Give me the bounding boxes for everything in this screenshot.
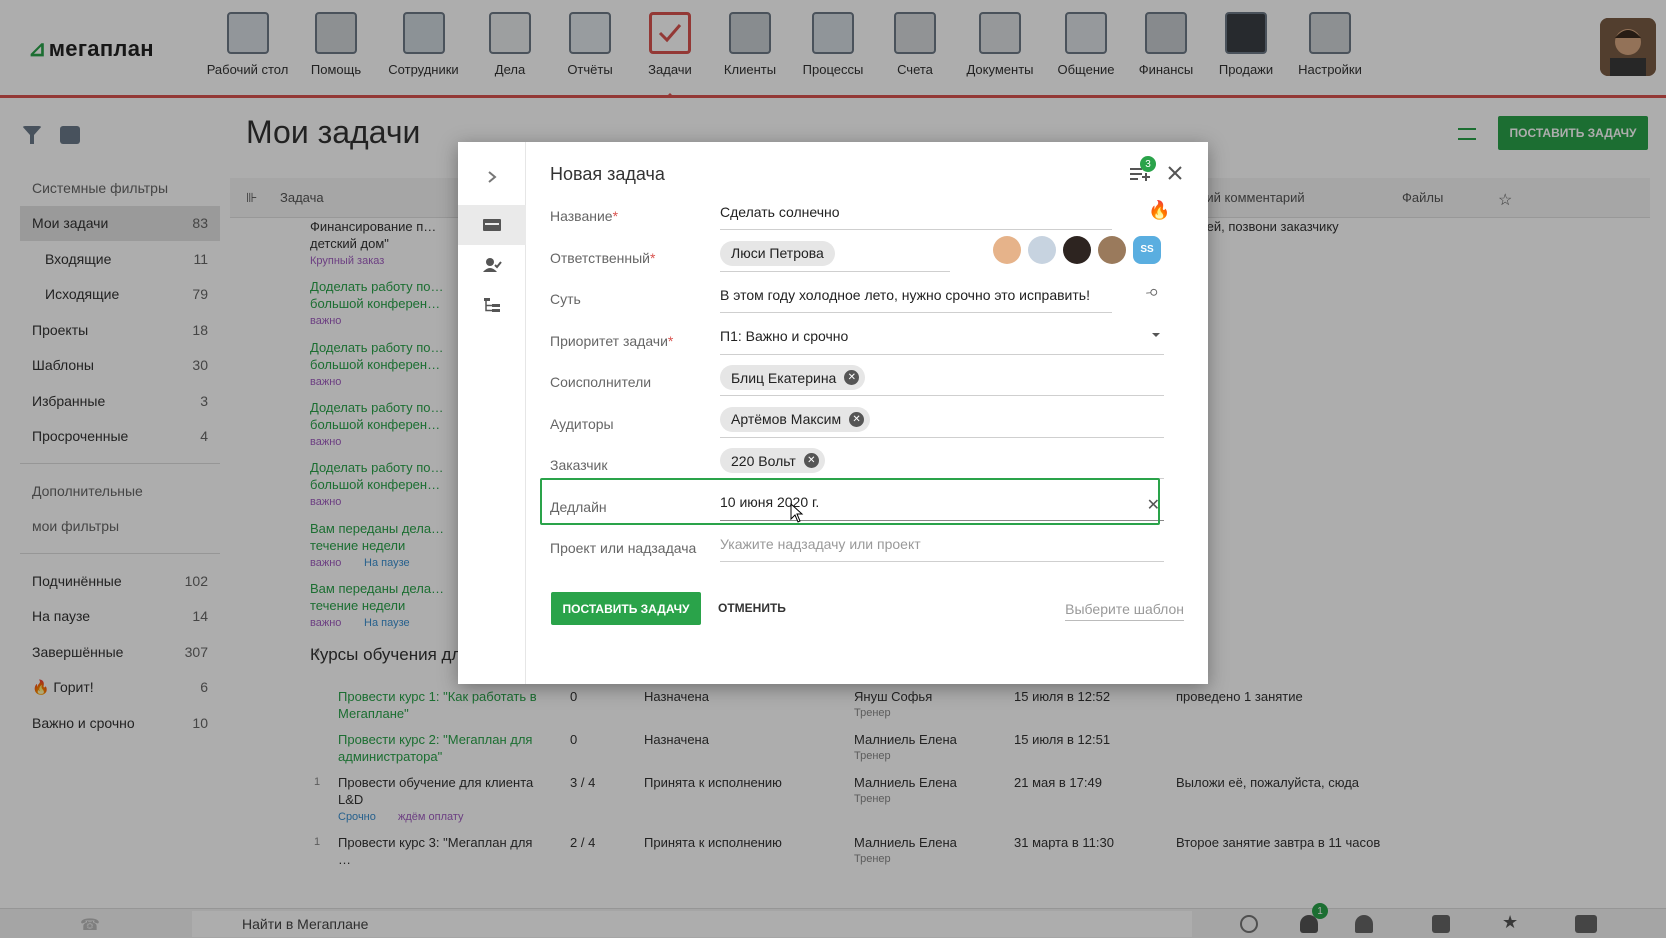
required-asterisk: * — [667, 332, 674, 349]
field-label: Проект или надзадача — [550, 540, 696, 556]
field-value: В этом году холодное лето, нужно срочно … — [720, 286, 1090, 303]
field-value: П1: Важно и срочно — [720, 328, 849, 344]
chip-label: Блиц Екатерина — [731, 369, 837, 386]
field-value: Сделать солнечно — [720, 203, 840, 220]
initials-avatar[interactable]: SS — [1133, 235, 1161, 264]
form-field-row: Проект или надзадача Укажите надзадачу ил… — [536, 526, 1198, 570]
flame-icon[interactable]: 🔥 — [1148, 200, 1170, 221]
field-label-text: Название — [550, 208, 613, 224]
form-field-row: Аудиторы Артёмов Максим ✕ — [536, 402, 1198, 446]
mouse-cursor-icon — [790, 503, 804, 523]
templates-count-badge: 3 — [1140, 156, 1156, 172]
remove-chip-icon[interactable]: ✕ — [844, 370, 860, 385]
field-input[interactable]: Сделать солнечно — [720, 194, 1112, 230]
chip-label: 220 Вольт — [731, 452, 796, 469]
chip-label: Люси Петрова — [731, 245, 824, 261]
remove-chip-icon[interactable]: ✕ — [849, 411, 865, 427]
priority-select[interactable]: П1: Важно и срочно — [720, 319, 1164, 355]
person-chip[interactable]: 220 Вольт ✕ — [720, 448, 825, 473]
dropdown-arrow-icon[interactable] — [1152, 332, 1160, 341]
parent-task-input[interactable]: Укажите надзадачу или проект — [720, 526, 1164, 562]
person-avatar[interactable] — [1098, 235, 1126, 264]
field-input[interactable]: В этом году холодное лето, нужно срочно … — [720, 277, 1112, 313]
required-asterisk: * — [612, 208, 619, 224]
chips-input[interactable]: Блиц Екатерина ✕ — [720, 360, 1164, 396]
chips-input[interactable]: Артёмов Максим ✕ — [720, 402, 1164, 438]
close-icon[interactable] — [1164, 162, 1186, 184]
field-label-text: Приоритет задачи — [550, 332, 668, 349]
form-field-row: Приоритет задачи* П1: Важно и срочно — [536, 319, 1198, 363]
form-field-row: Ответственный* Люси Петрова SS — [536, 235, 1198, 280]
dialog-sidebar — [458, 142, 526, 684]
task-card-icon[interactable] — [458, 205, 526, 245]
cancel-button[interactable]: ОТМЕНИТЬ — [718, 601, 786, 615]
dialog-title: Новая задача — [550, 164, 665, 184]
choose-template-link[interactable]: Выберите шаблон — [1065, 601, 1184, 621]
person-chip[interactable]: Люси Петрова — [720, 240, 835, 266]
person-chip[interactable]: Артёмов Максим ✕ — [720, 406, 871, 432]
field-label-text: Аудиторы — [550, 415, 614, 432]
field-label: Соисполнители — [550, 374, 651, 390]
field-label: Название* — [550, 208, 618, 224]
submit-task-button[interactable]: ПОСТАВИТЬ ЗАДАЧУ — [551, 592, 701, 625]
field-label: Аудиторы — [550, 416, 614, 432]
deadline-focus-frame — [540, 478, 1160, 525]
assignee-settings-icon[interactable] — [458, 245, 526, 285]
paperclip-icon[interactable]: ⌕ — [1142, 280, 1166, 305]
chip-label: Артёмов Максим — [731, 411, 842, 427]
person-avatar[interactable] — [993, 235, 1021, 264]
field-label: Ответственный* — [550, 250, 655, 266]
person-avatar[interactable] — [1063, 235, 1091, 264]
field-label-text: Заказчик — [550, 457, 608, 473]
new-task-dialog: Новая задача 3 Название* Сделать солнечно… — [458, 142, 1208, 684]
required-asterisk: * — [649, 249, 656, 266]
field-label: Заказчик — [550, 457, 608, 473]
field-label-text: Суть — [550, 291, 581, 307]
field-label-text: Соисполнители — [550, 374, 652, 390]
remove-chip-icon[interactable]: ✕ — [803, 453, 819, 468]
form-field-row: Название* Сделать солнечно 🔥 — [536, 194, 1198, 238]
field-label: Суть — [550, 291, 581, 307]
field-placeholder: Укажите надзадачу или проект — [720, 535, 921, 552]
subtasks-tree-icon[interactable] — [458, 285, 526, 325]
chips-input[interactable]: Люси Петрова — [720, 236, 950, 272]
expand-chevron-icon[interactable] — [458, 157, 526, 197]
chips-input[interactable]: 220 Вольт ✕ — [720, 443, 1164, 479]
person-avatar[interactable] — [1028, 235, 1056, 264]
field-label: Приоритет задачи* — [550, 333, 673, 349]
form-field-row: Соисполнители Блиц Екатерина ✕ — [536, 360, 1198, 404]
field-label-text: Проект или надзадача — [550, 540, 697, 556]
field-label-text: Ответственный — [550, 249, 650, 266]
quick-assignee-picker: SS — [986, 235, 1161, 264]
form-field-row: Суть В этом году холодное лето, нужно сро… — [536, 277, 1198, 321]
add-checklist-icon[interactable]: 3 — [1128, 156, 1156, 184]
person-chip[interactable]: Блиц Екатерина ✕ — [720, 365, 866, 390]
